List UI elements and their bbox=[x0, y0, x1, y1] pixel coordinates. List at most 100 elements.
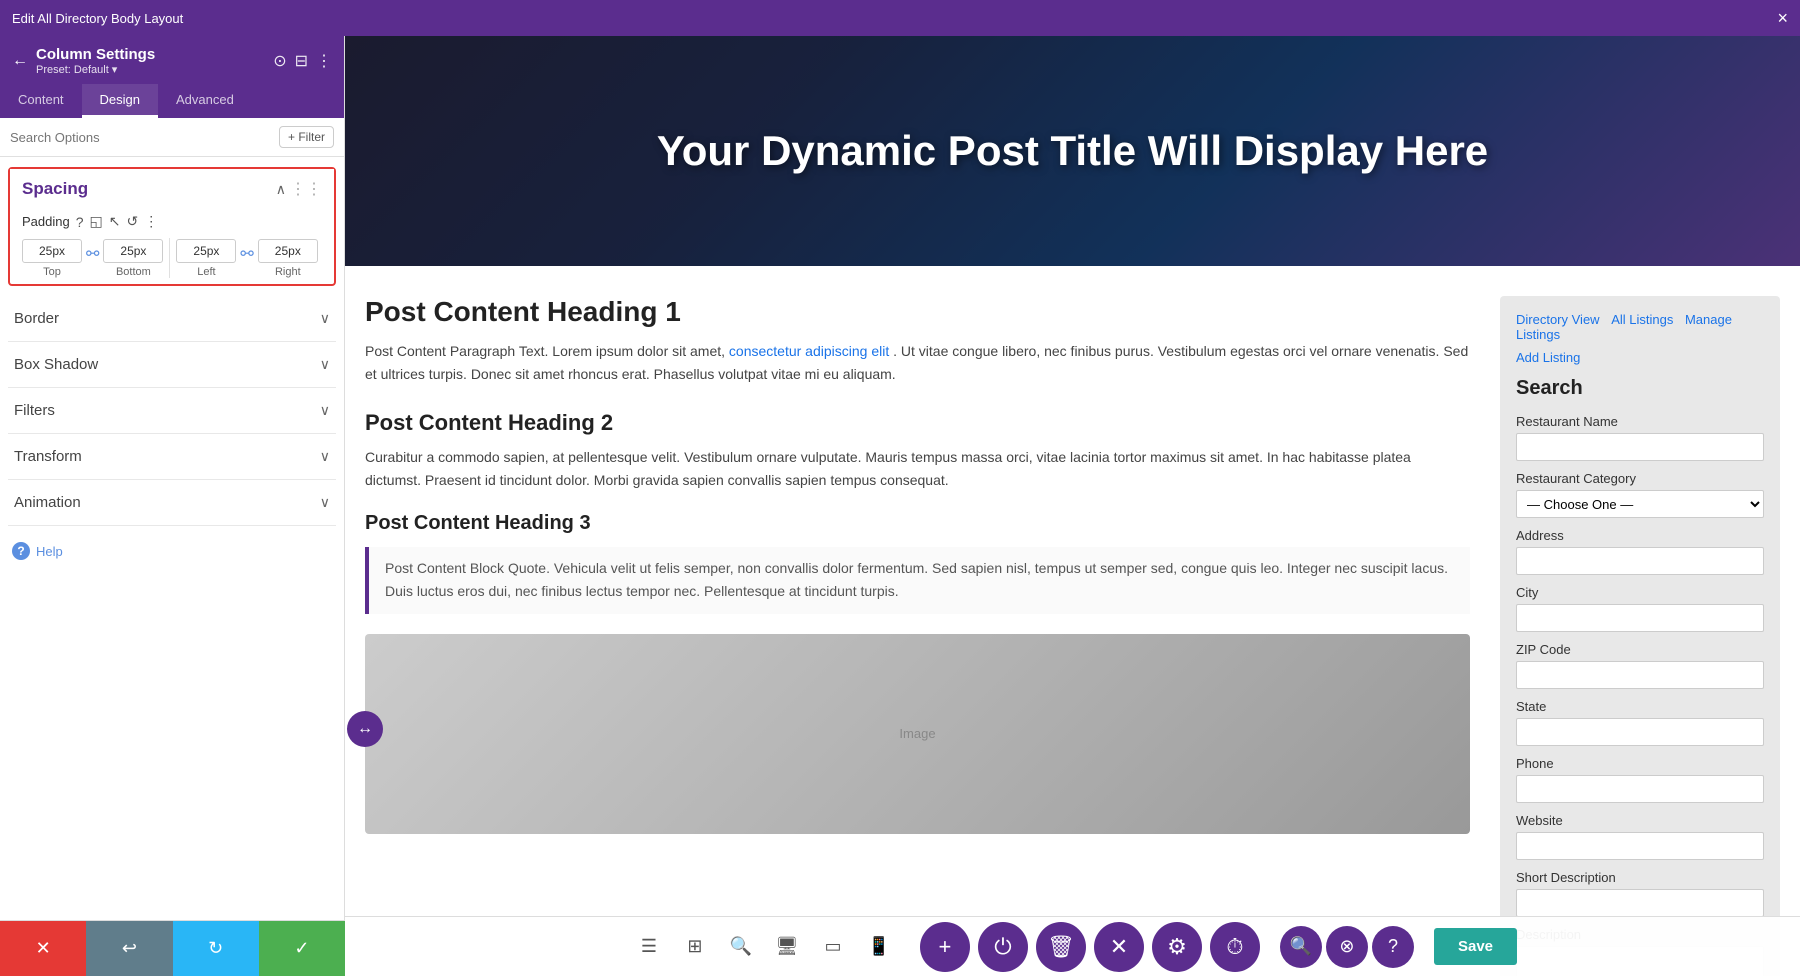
bottom-toolbar: ☰ ⊞ 🔍 🖥 ▭ 📱 + ⏻ 🗑 ✕ ⚙ ⏱ 🔍 ⊗ ? Save bbox=[345, 916, 1800, 976]
help-button[interactable]: ? bbox=[1372, 926, 1414, 968]
state-label: State bbox=[1516, 699, 1764, 714]
close-icon[interactable]: × bbox=[1777, 8, 1788, 29]
spacing-header[interactable]: Spacing ∧ ⋮⋮ bbox=[10, 169, 334, 209]
panel-title: Column Settings bbox=[36, 46, 265, 63]
box-shadow-header[interactable]: Box Shadow ∨ bbox=[8, 342, 336, 387]
link-icon-2[interactable]: ⚯ bbox=[240, 244, 253, 264]
tab-advanced[interactable]: Advanced bbox=[158, 84, 252, 118]
phone-input[interactable] bbox=[1516, 775, 1764, 803]
restaurant-category-select[interactable]: — Choose One — bbox=[1516, 490, 1764, 518]
close-button[interactable]: ✕ bbox=[1094, 922, 1144, 972]
transform-chevron[interactable]: ∨ bbox=[320, 448, 330, 465]
panel-body: Spacing ∧ ⋮⋮ Padding ? ◱ ↖ ↺ ⋮ bbox=[0, 157, 344, 976]
individual-icon[interactable]: ◱ bbox=[90, 213, 103, 230]
tab-content[interactable]: Content bbox=[0, 84, 82, 118]
filter-button[interactable]: + Filter bbox=[279, 126, 334, 148]
tablet-button[interactable]: ▭ bbox=[812, 926, 854, 968]
mobile-button[interactable]: 📱 bbox=[858, 926, 900, 968]
state-input[interactable] bbox=[1516, 718, 1764, 746]
address-input[interactable] bbox=[1516, 547, 1764, 575]
padding-bottom-group: Bottom bbox=[103, 239, 163, 278]
post-link-1[interactable]: consectetur adipiscing elit bbox=[729, 343, 889, 359]
filters-chevron[interactable]: ∨ bbox=[320, 402, 330, 419]
columns-icon[interactable]: ⊟ bbox=[295, 51, 308, 71]
blockquote: Post Content Block Quote. Vehicula velit… bbox=[365, 547, 1470, 613]
filters-header[interactable]: Filters ∨ bbox=[8, 388, 336, 433]
animation-chevron[interactable]: ∨ bbox=[320, 494, 330, 511]
border-header[interactable]: Border ∨ bbox=[8, 296, 336, 341]
city-label: City bbox=[1516, 585, 1764, 600]
padding-top-input[interactable] bbox=[22, 239, 82, 263]
border-chevron[interactable]: ∨ bbox=[320, 310, 330, 327]
restaurant-name-input[interactable] bbox=[1516, 433, 1764, 461]
image-placeholder: Image bbox=[365, 634, 1470, 834]
content-sidebar: Directory View All Listings Manage Listi… bbox=[1500, 296, 1780, 976]
search-button[interactable]: 🔍 bbox=[720, 926, 762, 968]
settings-button[interactable]: ⚙ bbox=[1152, 922, 1202, 972]
add-listing-link[interactable]: Add Listing bbox=[1516, 350, 1764, 365]
restaurant-category-label: Restaurant Category bbox=[1516, 471, 1764, 486]
help-button[interactable]: ? Help bbox=[0, 526, 344, 576]
padding-left-input[interactable] bbox=[176, 239, 236, 263]
arrow-icon[interactable]: ↖ bbox=[109, 213, 121, 230]
apply-button[interactable]: ✓ bbox=[259, 921, 345, 976]
box-shadow-section: Box Shadow ∨ bbox=[8, 342, 336, 388]
breadcrumb-all-listings[interactable]: All Listings bbox=[1611, 312, 1673, 327]
link-icon-1[interactable]: ⚯ bbox=[86, 244, 99, 264]
animation-header[interactable]: Animation ∨ bbox=[8, 480, 336, 525]
help-circle-icon: ? bbox=[12, 542, 30, 560]
toolbar-right: 🔍 ⊗ ? Save bbox=[1280, 926, 1517, 968]
search-bar: + Filter bbox=[0, 118, 344, 157]
padding-bottom-input[interactable] bbox=[103, 239, 163, 263]
help-label: Help bbox=[36, 544, 63, 559]
short-description-input[interactable] bbox=[1516, 889, 1764, 917]
save-button[interactable]: Save bbox=[1434, 928, 1517, 965]
spacing-chevron[interactable]: ∧ bbox=[276, 181, 286, 198]
menu-button[interactable]: ☰ bbox=[628, 926, 670, 968]
reset-icon[interactable]: ↺ bbox=[126, 213, 138, 230]
help-icon[interactable]: ? bbox=[76, 214, 84, 230]
box-shadow-chevron[interactable]: ∨ bbox=[320, 356, 330, 373]
top-bar: Edit All Directory Body Layout × bbox=[0, 0, 1800, 36]
more-icon[interactable]: ⋮ bbox=[316, 51, 332, 71]
transform-header[interactable]: Transform ∨ bbox=[8, 434, 336, 479]
grid-button[interactable]: ⊞ bbox=[674, 926, 716, 968]
history-button[interactable]: ⏱ bbox=[1210, 922, 1260, 972]
more-padding-icon[interactable]: ⋮ bbox=[144, 213, 158, 230]
add-button[interactable]: + bbox=[920, 922, 970, 972]
padding-right-input[interactable] bbox=[258, 239, 318, 263]
zip-code-input[interactable] bbox=[1516, 661, 1764, 689]
content-body: ↔ Post Content Heading 1 Post Content Pa… bbox=[345, 266, 1800, 976]
undo-button[interactable]: ↩ bbox=[86, 921, 172, 976]
sidebar-search-title: Search bbox=[1516, 377, 1764, 400]
desktop-button[interactable]: 🖥 bbox=[766, 926, 808, 968]
focus-icon[interactable]: ⊙ bbox=[273, 51, 286, 71]
delete-button[interactable]: 🗑 bbox=[1036, 922, 1086, 972]
layers-button[interactable]: ⊗ bbox=[1326, 926, 1368, 968]
breadcrumb-directory[interactable]: Directory View bbox=[1516, 312, 1600, 327]
border-section: Border ∨ bbox=[8, 296, 336, 342]
cancel-button[interactable]: ✕ bbox=[0, 921, 86, 976]
website-input[interactable] bbox=[1516, 832, 1764, 860]
website-label: Website bbox=[1516, 813, 1764, 828]
preset-label: Preset: Default bbox=[36, 64, 109, 76]
tab-design[interactable]: Design bbox=[82, 84, 158, 118]
address-label: Address bbox=[1516, 528, 1764, 543]
sections-container: Border ∨ Box Shadow ∨ Filters ∨ bbox=[0, 296, 344, 526]
preset-dropdown[interactable]: Preset: Default ▾ bbox=[36, 63, 265, 76]
post-heading-1: Post Content Heading 1 bbox=[365, 296, 1470, 328]
panel-header: ← Column Settings Preset: Default ▾ ⊙ ⊟ … bbox=[0, 36, 344, 84]
filters-title: Filters bbox=[14, 402, 320, 419]
back-icon[interactable]: ← bbox=[12, 52, 28, 70]
panel-tabs: Content Design Advanced bbox=[0, 84, 344, 118]
blockquote-text: Post Content Block Quote. Vehicula velit… bbox=[385, 557, 1454, 603]
drag-handle[interactable]: ↔ bbox=[347, 711, 383, 747]
filters-section: Filters ∨ bbox=[8, 388, 336, 434]
top-bar-title: Edit All Directory Body Layout bbox=[12, 11, 1777, 26]
search2-button[interactable]: 🔍 bbox=[1280, 926, 1322, 968]
redo-button[interactable]: ↻ bbox=[173, 921, 259, 976]
city-input[interactable] bbox=[1516, 604, 1764, 632]
search-input[interactable] bbox=[10, 130, 273, 145]
spacing-drag[interactable]: ⋮⋮ bbox=[290, 179, 322, 199]
power-button[interactable]: ⏻ bbox=[978, 922, 1028, 972]
